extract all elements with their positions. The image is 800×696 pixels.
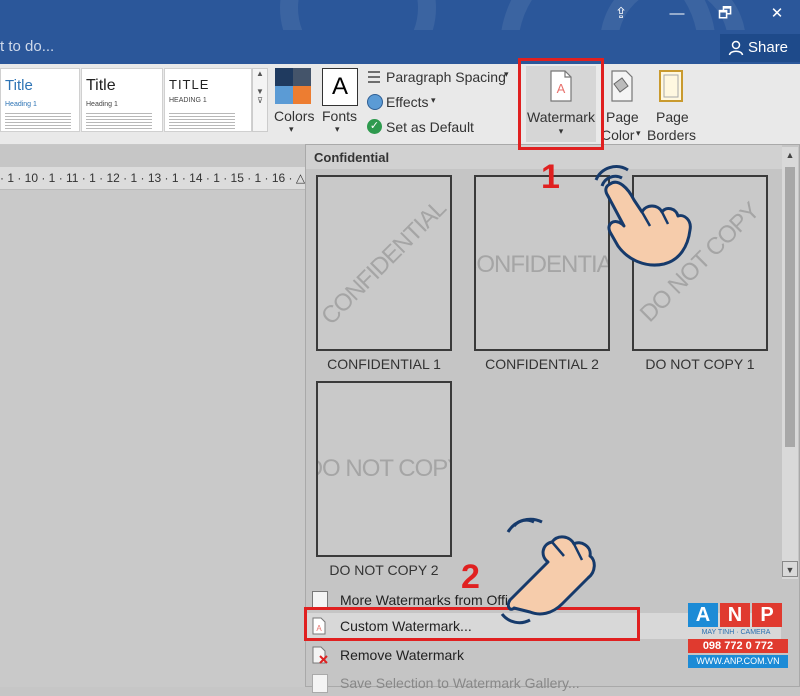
share-label: Share xyxy=(748,39,789,56)
paragraph-spacing-icon xyxy=(368,71,380,83)
paragraph-spacing-caret: ▾ xyxy=(504,69,509,79)
step-2-label: 2 xyxy=(461,558,480,596)
colors-caret: ▾ xyxy=(289,124,294,134)
tell-me-input[interactable]: t to do... xyxy=(0,38,54,55)
style-heading: Heading 1 xyxy=(86,101,118,108)
save-selection-item: Save Selection to Watermark Gallery... xyxy=(306,670,781,696)
colors-button[interactable]: Colors xyxy=(274,108,314,124)
watermark-preview-text: CONFIDENTIAL xyxy=(316,195,452,331)
style-set-3[interactable]: TITLE HEADING 1 xyxy=(164,68,252,132)
gallery-scrollbar[interactable]: ▲ ▼ xyxy=(782,147,798,579)
checkmark-icon: ✓ xyxy=(367,119,382,134)
page-color-caret: ▾ xyxy=(636,128,641,138)
page-color-icon xyxy=(611,70,633,102)
save-gallery-icon xyxy=(312,674,328,693)
close-icon[interactable]: ✕ xyxy=(762,3,792,25)
style-title: Title xyxy=(86,77,116,94)
highlight-watermark-button xyxy=(518,58,604,150)
scroll-up-icon[interactable]: ▲ xyxy=(782,147,798,163)
style-set-2[interactable]: Title Heading 1 xyxy=(81,68,163,132)
watermark-caption: CONFIDENTIAL 2 xyxy=(485,356,599,372)
page-borders-button[interactable]: Page xyxy=(656,109,689,125)
share-button[interactable]: Share xyxy=(720,34,800,62)
menu-label: Remove Watermark xyxy=(340,647,464,663)
pointing-hand-icon xyxy=(594,165,692,267)
colors-swatch-icon[interactable] xyxy=(275,68,311,104)
effects-icon xyxy=(367,94,383,110)
scroll-down-icon[interactable]: ▼ xyxy=(782,561,798,577)
fonts-icon[interactable]: A xyxy=(322,68,358,106)
watermark-caption: DO NOT COPY 2 xyxy=(329,562,439,578)
page-borders-icon xyxy=(659,70,683,102)
style-body-lines xyxy=(169,111,235,129)
watermark-option-confidential-1[interactable]: CONFIDENTIAL xyxy=(316,175,452,351)
style-set-1[interactable]: Title Heading 1 xyxy=(0,68,80,132)
style-heading: Heading 1 xyxy=(5,101,37,108)
horizontal-ruler[interactable]: · 1 · 10 · 1 · 11 · 1 · 12 · 1 · 13 · 1 … xyxy=(0,167,305,190)
set-as-default-button[interactable]: Set as Default xyxy=(386,119,474,135)
anp-letter: A xyxy=(688,603,718,627)
page-color-label: Color xyxy=(601,127,635,143)
effects-button[interactable]: Effects xyxy=(386,94,429,110)
anp-website: WWW.ANP.COM.VN xyxy=(688,655,788,668)
person-icon xyxy=(728,40,744,56)
watermark-caption: DO NOT COPY 1 xyxy=(645,356,755,372)
restore-icon[interactable]: 🗗 xyxy=(710,3,740,25)
tell-me-bar xyxy=(0,30,800,64)
fonts-button[interactable]: Fonts xyxy=(322,108,357,124)
style-title: Title xyxy=(5,77,33,94)
watermark-caption: CONFIDENTIAL 1 xyxy=(327,356,441,372)
anp-tagline: MAY TINH · CAMERA xyxy=(701,629,771,636)
page-color-button[interactable]: Page xyxy=(606,109,639,125)
anp-phone: 098 772 0 772 xyxy=(688,639,788,653)
scroll-thumb[interactable] xyxy=(785,167,795,447)
title-bar: ⇪ — 🗗 ✕ xyxy=(0,0,800,30)
fonts-caret: ▾ xyxy=(335,124,340,134)
minimize-icon[interactable]: — xyxy=(662,3,692,25)
pointing-hand-icon xyxy=(500,517,596,625)
ribbon-display-icon[interactable]: ⇪ xyxy=(606,3,636,25)
anp-letter: N xyxy=(720,603,750,627)
style-body-lines xyxy=(86,111,152,129)
menu-label: Save Selection to Watermark Gallery... xyxy=(340,675,580,691)
style-body-lines xyxy=(5,111,71,129)
style-title: TITLE xyxy=(169,77,210,92)
page-borders-label: Borders xyxy=(647,127,697,143)
document-area[interactable] xyxy=(0,190,305,687)
paragraph-spacing-button[interactable]: Paragraph Spacing xyxy=(386,69,506,85)
style-gallery-scroll[interactable]: ▲ ▼ ⊽ xyxy=(252,68,268,132)
watermark-preview-text: DO NOT COPY xyxy=(318,455,450,482)
remove-watermark-icon xyxy=(312,646,328,664)
effects-caret: ▾ xyxy=(431,95,436,105)
anp-letter: P xyxy=(752,603,782,627)
watermark-option-do-not-copy-2[interactable]: DO NOT COPY xyxy=(316,381,452,557)
step-1-label: 1 xyxy=(541,158,560,196)
style-heading: HEADING 1 xyxy=(169,97,207,104)
